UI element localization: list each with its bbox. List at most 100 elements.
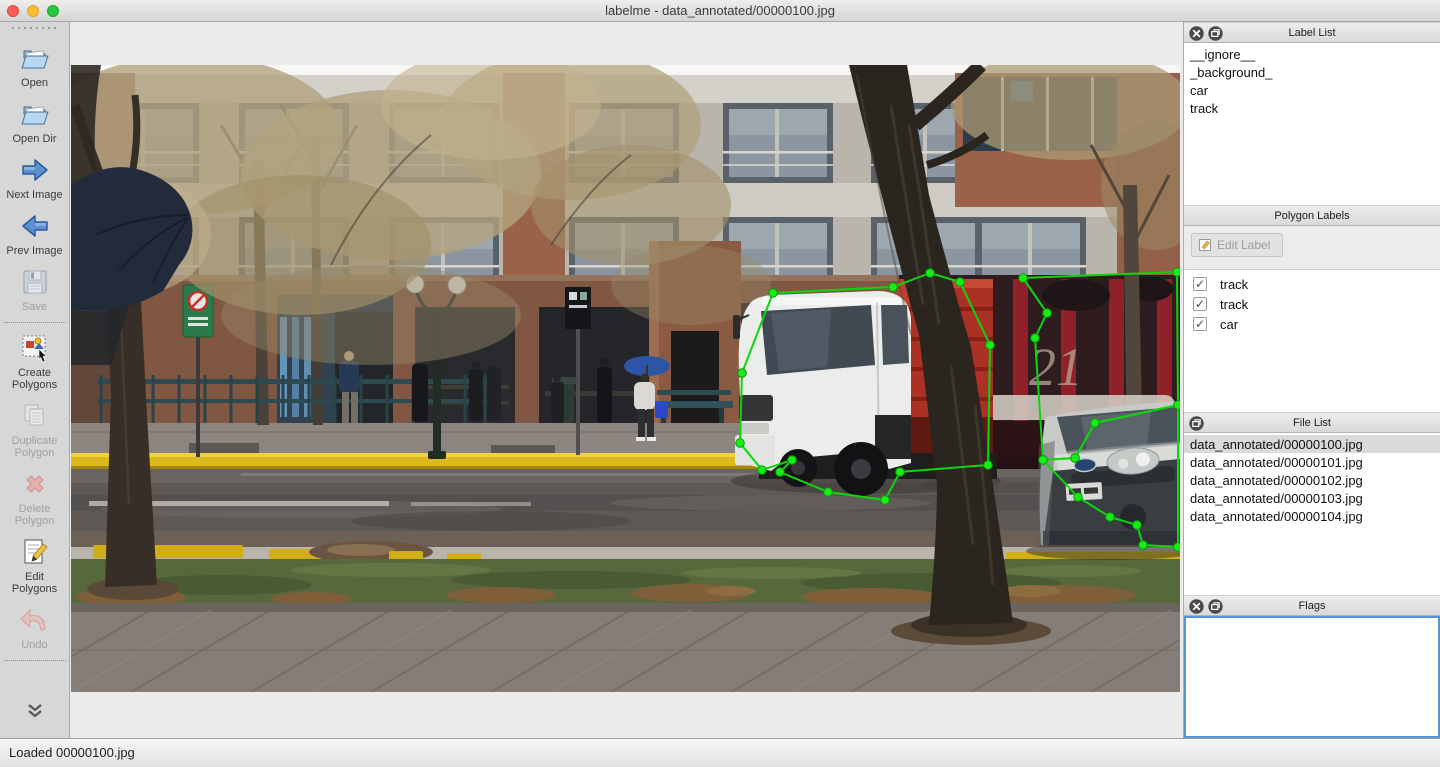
checkbox-icon[interactable]: ✓ xyxy=(1193,297,1207,311)
file-list-header[interactable]: File List xyxy=(1184,412,1440,433)
zoom-window-icon[interactable] xyxy=(47,5,59,17)
polygon-vertex[interactable] xyxy=(1031,334,1040,343)
checkbox-icon[interactable]: ✓ xyxy=(1193,277,1207,291)
toolbar-drag-handle[interactable] xyxy=(12,27,58,31)
polygon-vertex[interactable] xyxy=(769,289,778,298)
toolbar-item-prev-image[interactable]: Prev Image xyxy=(0,210,70,257)
toolbar-item-open-dir[interactable]: Open Dir xyxy=(0,98,70,145)
toolbar-item-create-polygons[interactable]: Create Polygons xyxy=(0,332,70,391)
toolbar-item-label: Open Dir xyxy=(2,133,68,145)
polygon-label-row[interactable]: ✓ car xyxy=(1184,314,1440,334)
polygon-vertex[interactable] xyxy=(1174,543,1180,552)
traffic-lights xyxy=(7,5,59,17)
undo-arrow-icon xyxy=(19,604,51,636)
polygon-vertex[interactable] xyxy=(984,461,993,470)
polygon-label-row[interactable]: ✓ track xyxy=(1184,274,1440,294)
label-list-header[interactable]: Label List xyxy=(1184,22,1440,43)
polygon-vertex[interactable] xyxy=(1071,454,1080,463)
float-icon[interactable] xyxy=(1189,416,1204,431)
polygon-vertex[interactable] xyxy=(738,369,747,378)
float-icon[interactable] xyxy=(1208,26,1223,41)
polygon-track[interactable] xyxy=(1019,268,1180,465)
photo: 21 xyxy=(71,65,1180,692)
file-list-item[interactable]: data_annotated/00000102.jpg xyxy=(1184,471,1440,489)
open-folder-icon xyxy=(19,42,51,74)
polygon-vertex[interactable] xyxy=(1074,493,1083,502)
polygon-vertex[interactable] xyxy=(776,468,785,477)
label-list-item[interactable]: track xyxy=(1184,99,1440,117)
polygon-vertex[interactable] xyxy=(1106,513,1115,522)
polygon-vertex[interactable] xyxy=(956,278,965,287)
polygon-vertex[interactable] xyxy=(881,496,890,505)
polygon-vertex[interactable] xyxy=(1173,268,1180,277)
label-list-item[interactable]: car xyxy=(1184,81,1440,99)
float-icon[interactable] xyxy=(1208,599,1223,614)
polygon-vertex[interactable] xyxy=(1091,419,1100,428)
polygon-vertex[interactable] xyxy=(1133,521,1142,530)
polygon-vertex[interactable] xyxy=(926,269,935,278)
polygon-vertex[interactable] xyxy=(889,283,898,292)
close-icon[interactable] xyxy=(1189,599,1204,614)
polygon-vertex[interactable] xyxy=(1019,274,1028,283)
file-list-item[interactable]: data_annotated/00000104.jpg xyxy=(1184,507,1440,525)
toolbar-item-label: Duplicate Polygon xyxy=(2,435,68,459)
polygon-vertex[interactable] xyxy=(1043,309,1052,318)
close-window-icon[interactable] xyxy=(7,5,19,17)
flags-header[interactable]: Flags xyxy=(1184,595,1440,616)
toolbar-item-label: Next Image xyxy=(2,189,68,201)
toolbar-item-edit-polygons[interactable]: Edit Polygons xyxy=(0,536,70,595)
polygon-vertex[interactable] xyxy=(824,488,833,497)
polygon-car[interactable] xyxy=(1039,401,1180,552)
toolbar-item-label: Undo xyxy=(2,639,68,651)
side-panels: Label List __ignore___background_cartrac… xyxy=(1183,22,1440,738)
polygon-vertex[interactable] xyxy=(1039,456,1048,465)
polygon-label-list: ✓track✓track✓car xyxy=(1184,270,1440,412)
file-list-item[interactable]: data_annotated/00000100.jpg xyxy=(1184,435,1440,453)
open-dir-folder-icon xyxy=(19,98,51,130)
file-list: data_annotated/00000100.jpgdata_annotate… xyxy=(1184,433,1440,595)
create-polygons-icon xyxy=(19,332,51,364)
polygon-labels-header[interactable]: Polygon Labels xyxy=(1184,205,1440,226)
toolbar-item-duplicate-polygon: Duplicate Polygon xyxy=(0,400,70,459)
polygon-vertex[interactable] xyxy=(788,456,797,465)
polygon-vertex[interactable] xyxy=(758,466,767,475)
status-text: Loaded 00000100.jpg xyxy=(9,745,135,760)
label-list-item[interactable]: __ignore__ xyxy=(1184,45,1440,63)
checkbox-icon[interactable]: ✓ xyxy=(1193,317,1207,331)
flags-list[interactable] xyxy=(1184,616,1440,738)
polygon-labels-toolbar: Edit Label xyxy=(1184,226,1440,270)
toolbar-item-open[interactable]: Open xyxy=(0,42,70,89)
toolbar-item-next-image[interactable]: Next Image xyxy=(0,154,70,201)
duplicate-polygon-icon xyxy=(19,400,51,432)
window-title: labelme - data_annotated/00000100.jpg xyxy=(0,0,1440,21)
polygon-label-text: track xyxy=(1220,277,1248,292)
polygon-vertex[interactable] xyxy=(986,341,995,350)
label-list-item[interactable]: _background_ xyxy=(1184,63,1440,81)
file-list-item[interactable]: data_annotated/00000101.jpg xyxy=(1184,453,1440,471)
label-list: __ignore___background_cartrack xyxy=(1184,43,1440,205)
file-list-item[interactable]: data_annotated/00000103.jpg xyxy=(1184,489,1440,507)
toolbar-expand-chevron-icon[interactable] xyxy=(24,703,46,724)
edit-label-button[interactable]: Edit Label xyxy=(1191,233,1283,257)
polygon-vertex[interactable] xyxy=(896,468,905,477)
polygon-label-text: car xyxy=(1220,317,1238,332)
polygon-vertex[interactable] xyxy=(1174,401,1180,410)
toolbar-item-label: Edit Polygons xyxy=(2,571,68,595)
canvas[interactable]: 21 xyxy=(70,22,1183,738)
arrow-left-icon xyxy=(19,210,51,242)
status-bar: Loaded 00000100.jpg xyxy=(0,738,1440,767)
toolbar: Open Open Dir Next Image Prev Image Save Crea… xyxy=(0,22,70,738)
toolbar-item-label: Prev Image xyxy=(2,245,68,257)
minimize-window-icon[interactable] xyxy=(27,5,39,17)
annotation-overlay xyxy=(71,65,1180,692)
toolbar-item-label: Save xyxy=(2,301,68,313)
close-icon[interactable] xyxy=(1189,26,1204,41)
polygon-track[interactable] xyxy=(736,269,995,505)
pencil-icon xyxy=(1198,238,1212,252)
toolbar-item-label: Open xyxy=(2,77,68,89)
polygon-vertex[interactable] xyxy=(736,439,745,448)
toolbar-separator xyxy=(4,660,66,661)
edit-doc-icon xyxy=(19,536,51,568)
polygon-vertex[interactable] xyxy=(1139,541,1148,550)
polygon-label-row[interactable]: ✓track xyxy=(1184,294,1440,314)
